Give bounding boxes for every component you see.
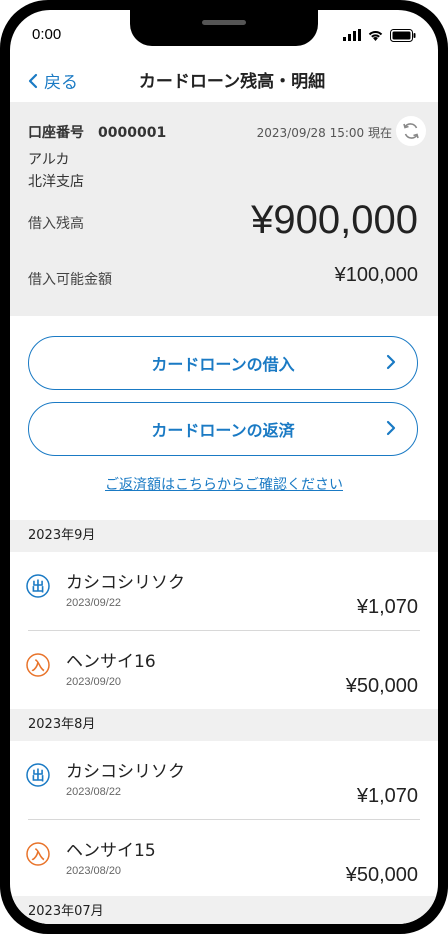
transaction-amount: ¥50,000	[345, 675, 418, 697]
borrow-button-label: カードローンの借入	[151, 355, 295, 374]
transaction-amount: ¥1,070	[356, 596, 418, 618]
borrow-button[interactable]: カードローンの借入	[28, 336, 418, 390]
status-time: 0:00	[32, 26, 62, 43]
transaction-name: カシコシリソク	[66, 573, 185, 593]
chevron-right-icon	[386, 420, 396, 436]
account-number-row: 口座番号 0000001	[28, 122, 166, 142]
balance-label: 借入残高	[28, 216, 84, 232]
transaction-amount: ¥1,070	[356, 785, 418, 807]
transaction-date: 2023/09/22	[66, 597, 122, 609]
signal-icon	[343, 29, 361, 41]
badge-label: 入	[31, 659, 44, 674]
account-summary: 口座番号 0000001 2023/09/28 15:00 現在 アルカ 北洋支店…	[10, 102, 438, 316]
badge-label: 出	[31, 768, 44, 784]
transaction-row[interactable]: 出 カシコシリソク 2023/08/22 ¥1,070	[10, 741, 438, 819]
branch-name: 北洋支店	[28, 174, 84, 190]
account-number-label: 口座番号	[28, 125, 84, 141]
refresh-icon	[403, 123, 419, 139]
battery-icon	[390, 28, 416, 42]
transaction-name: ヘンサイ15	[66, 841, 156, 861]
deposit-badge-icon: 入	[26, 653, 50, 677]
wifi-icon	[368, 30, 383, 41]
transaction-name: カシコシリソク	[66, 762, 185, 782]
account-number: 0000001	[98, 125, 167, 141]
month-header: 2023年8月	[10, 709, 438, 741]
month-header: 2023年07月	[10, 896, 438, 924]
transaction-row[interactable]: 出 カシコシリソク 2023/09/22 ¥1,070	[10, 552, 438, 630]
withdrawal-badge-icon: 出	[26, 763, 50, 787]
transaction-amount: ¥50,000	[345, 864, 418, 886]
withdrawal-badge-icon: 出	[26, 574, 50, 598]
as-of-timestamp: 2023/09/28 15:00 現在	[256, 126, 392, 140]
available-value: ¥100,000	[334, 264, 418, 286]
screen: 0:00 戻る カードローン残高・明細 口座番号 0000001 2023/09…	[10, 10, 438, 924]
chevron-right-icon	[386, 354, 396, 370]
month-header: 2023年9月	[10, 520, 438, 552]
balance-value: ¥900,000	[251, 198, 418, 242]
notch	[130, 10, 318, 46]
transaction-date: 2023/08/22	[66, 786, 122, 798]
transaction-date: 2023/09/20	[66, 676, 122, 688]
repay-button-label: カードローンの返済	[151, 421, 295, 440]
phone-frame: 0:00 戻る カードローン残高・明細 口座番号 0000001 2023/09…	[0, 0, 448, 934]
transaction-name: ヘンサイ16	[66, 652, 156, 672]
repay-button[interactable]: カードローンの返済	[28, 402, 418, 456]
available-label: 借入可能金額	[28, 272, 112, 288]
bank-name: アルカ	[28, 152, 70, 168]
status-icons	[343, 28, 416, 42]
transaction-row[interactable]: 入 ヘンサイ16 2023/09/20 ¥50,000	[10, 631, 438, 709]
speaker	[202, 20, 246, 25]
badge-label: 入	[31, 848, 44, 863]
transaction-row[interactable]: 入 ヘンサイ15 2023/08/20 ¥50,000	[10, 820, 438, 898]
deposit-badge-icon: 入	[26, 842, 50, 866]
transaction-date: 2023/08/20	[66, 865, 122, 877]
badge-label: 出	[31, 579, 44, 595]
refresh-button[interactable]	[396, 116, 426, 146]
navigation-bar: 戻る カードローン残高・明細	[10, 58, 438, 102]
page-title: カードローン残高・明細	[138, 72, 326, 92]
repayment-help-link[interactable]: ご返済額はこちらからご確認ください	[10, 474, 438, 494]
